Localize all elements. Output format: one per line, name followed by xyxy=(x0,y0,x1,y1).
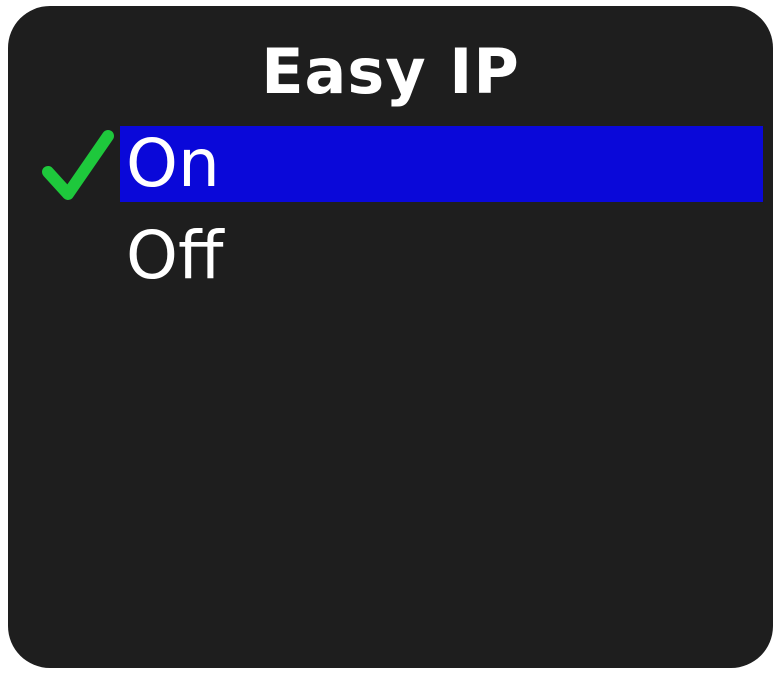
option-on[interactable]: On xyxy=(120,126,763,202)
easy-ip-menu-screen: Easy IP On Off xyxy=(8,6,773,668)
menu-title: Easy IP xyxy=(261,35,520,108)
option-off[interactable]: Off xyxy=(120,218,763,294)
checkmark-icon xyxy=(38,128,118,204)
